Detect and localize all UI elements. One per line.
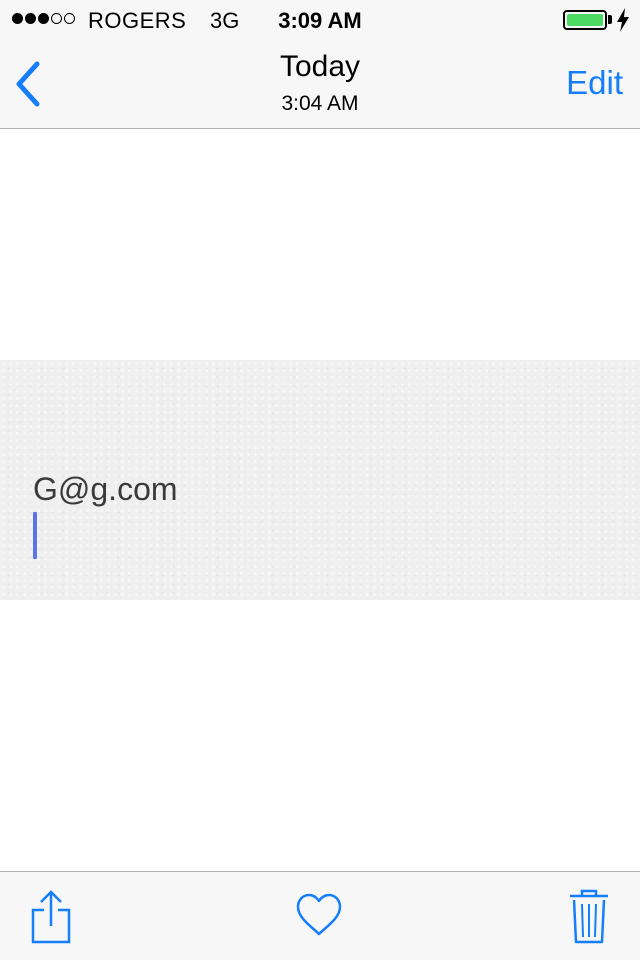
note-body-text[interactable]: G@g.com bbox=[33, 471, 178, 508]
battery-icon bbox=[563, 10, 607, 30]
share-icon bbox=[31, 890, 71, 944]
page-title: Today bbox=[279, 50, 361, 83]
status-time: 3:09 AM bbox=[278, 8, 362, 33]
share-button[interactable] bbox=[27, 888, 77, 946]
trash-icon bbox=[570, 889, 608, 944]
navigation-bar: Today 3:04 AM Edit bbox=[0, 40, 640, 129]
status-bar: ROGERS 3G 3:09 AM bbox=[0, 0, 640, 40]
battery-level bbox=[567, 14, 603, 26]
bottom-toolbar bbox=[0, 871, 640, 960]
favorite-button[interactable] bbox=[294, 892, 344, 940]
edit-button[interactable]: Edit bbox=[566, 64, 623, 102]
note-timestamp: 3:04 AM bbox=[281, 92, 359, 115]
text-cursor bbox=[33, 512, 37, 559]
lightning-bolt-icon bbox=[617, 8, 629, 32]
note-editor[interactable]: G@g.com bbox=[0, 360, 640, 600]
heart-icon bbox=[296, 893, 342, 936]
battery-tip bbox=[608, 15, 612, 24]
notes-screen: ROGERS 3G 3:09 AM Today 3:04 AM Edit G@g… bbox=[0, 0, 640, 960]
delete-button[interactable] bbox=[566, 888, 612, 946]
